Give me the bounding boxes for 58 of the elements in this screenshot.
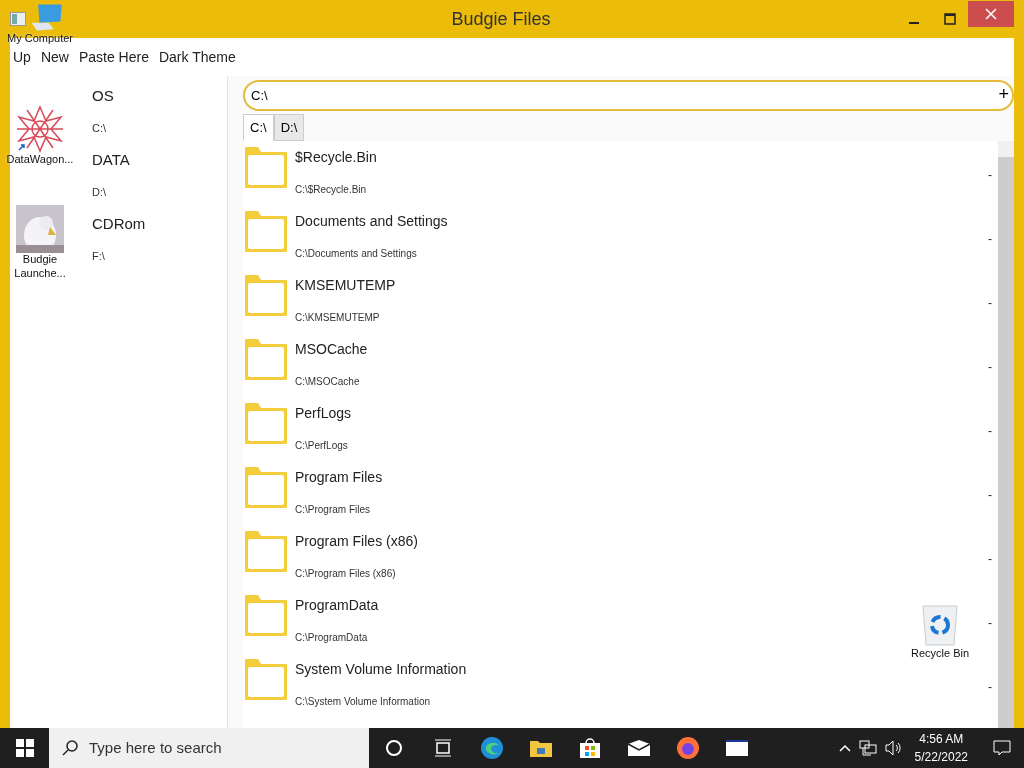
star-logo-icon — [15, 105, 65, 153]
file-size: - — [988, 487, 992, 504]
file-size: - — [988, 615, 992, 632]
network-icon[interactable] — [858, 740, 877, 756]
search-field[interactable]: Type here to search — [49, 728, 369, 768]
drive-path: C:\ — [92, 120, 108, 136]
file-name[interactable]: $Recycle.Bin — [295, 147, 377, 168]
file-name[interactable]: PerfLogs — [295, 403, 352, 424]
drive-name[interactable]: OS — [92, 80, 227, 112]
drive-path: F:\ — [92, 248, 106, 264]
windows-logo-icon — [15, 739, 34, 757]
icon-label[interactable]: Budgie Launche... — [8, 253, 72, 281]
file-size: - — [988, 167, 992, 184]
file-name[interactable]: Documents and Settings — [295, 211, 448, 232]
drive-path: D:\ — [92, 184, 108, 200]
file-path: C:\Program Files (x86) — [295, 567, 397, 581]
file-size: - — [988, 423, 992, 440]
menu-item[interactable]: New — [40, 46, 69, 68]
file-path: C:\ProgramData — [295, 631, 369, 645]
file-name[interactable]: KMSEMUTEMP — [295, 275, 396, 296]
close-icon — [985, 8, 997, 20]
file-size: - — [988, 679, 992, 696]
file-name[interactable]: Program Files — [295, 467, 383, 488]
file-size: - — [988, 359, 992, 376]
volume-icon[interactable] — [884, 740, 903, 756]
file-size: - — [988, 551, 992, 568]
file-path: C:\Documents and Settings — [295, 247, 418, 261]
file-path: C:\System Volume Information — [295, 695, 432, 709]
add-button[interactable]: + — [998, 85, 1009, 103]
recycle-bin-icon — [920, 603, 960, 647]
file-name[interactable]: ProgramData — [295, 595, 379, 616]
drive-name[interactable]: DATA — [92, 144, 227, 176]
chevron-up-icon[interactable] — [838, 744, 851, 752]
file-size: - — [988, 295, 992, 312]
file-path: C:\KMSEMUTEMP — [295, 311, 381, 325]
icon-label[interactable]: Recycle Bin — [910, 647, 970, 661]
app-icon — [10, 12, 26, 26]
minimize-icon — [909, 22, 919, 24]
file-path: C:\Program Files — [295, 503, 371, 517]
maximize-icon — [944, 13, 956, 25]
file-name[interactable]: Program Files (x86) — [295, 531, 418, 552]
file-name[interactable]: MSOCache — [295, 339, 368, 360]
file-path: C:\$Recycle.Bin — [295, 183, 368, 197]
menu-item[interactable]: Paste Here — [78, 46, 149, 68]
menu-item[interactable]: Dark Theme — [158, 46, 236, 68]
drive-name[interactable]: CDRom — [92, 208, 227, 240]
clock[interactable]: 4:56 AM 5/22/2022 — [908, 729, 974, 767]
menu-item[interactable]: Up — [13, 46, 31, 68]
window-title: Budgie Files — [450, 7, 552, 31]
drive-tab[interactable]: C:\ — [243, 114, 274, 141]
file-path: C:\MSOCache — [295, 375, 361, 389]
search-icon — [61, 739, 79, 757]
file-name[interactable]: System Volume Information — [295, 659, 467, 680]
file-size: - — [988, 231, 992, 248]
drive-tab[interactable]: D:\ — [273, 114, 305, 141]
scrollbar[interactable] — [998, 141, 1014, 728]
file-path: C:\PerfLogs — [295, 439, 349, 453]
computer-icon — [29, 3, 63, 32]
